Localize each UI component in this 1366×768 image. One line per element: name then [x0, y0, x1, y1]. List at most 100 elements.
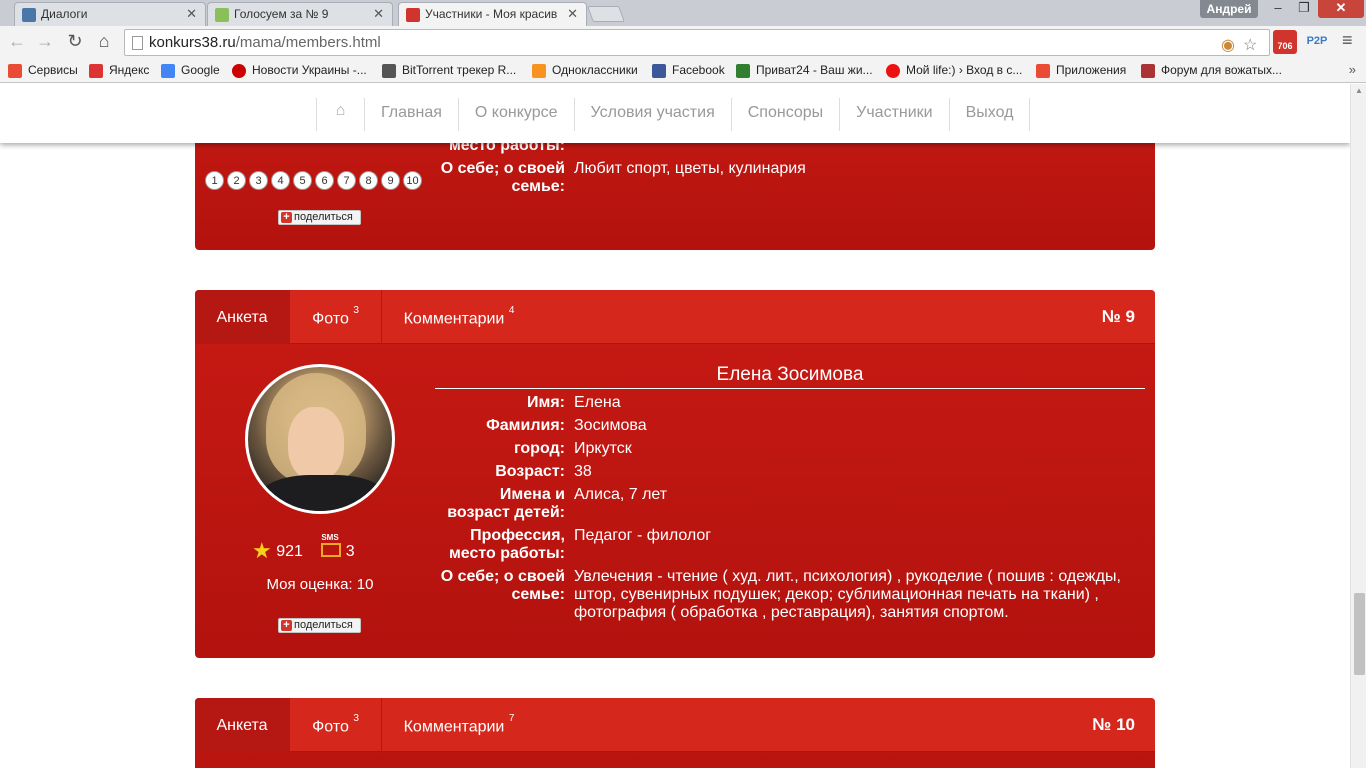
my-rating: Моя оценка: 10 — [266, 576, 374, 593]
rate-10-button[interactable]: 10 — [403, 171, 422, 190]
bookmark-item[interactable]: Форум для вожатых... — [1141, 63, 1282, 78]
tab-photo[interactable]: Фото 3 — [290, 290, 382, 344]
mail-extension-icon[interactable]: 706 — [1273, 30, 1297, 54]
field-label-surname: Фамилия: — [486, 417, 565, 434]
field-label-name: Имя: — [527, 394, 565, 411]
menu-icon[interactable]: ≡ — [1342, 30, 1353, 51]
rate-5-button[interactable]: 5 — [293, 171, 312, 190]
comments-count: 4 — [508, 305, 515, 316]
cookie-icon[interactable]: ◉ — [1221, 35, 1235, 55]
bookmark-item[interactable]: Новости Украины -... — [232, 63, 367, 78]
minimize-icon[interactable]: – — [1266, 0, 1290, 18]
bookmark-label: Одноклассники — [552, 63, 638, 77]
tab-label: Фото — [312, 718, 349, 736]
tab-profile[interactable]: Анкета — [195, 290, 290, 344]
tab-label: Комментарии — [403, 310, 505, 328]
close-tab-icon[interactable]: ✕ — [186, 6, 197, 22]
photo-count: 3 — [353, 305, 359, 316]
scroll-up-icon[interactable]: ▲ — [1355, 86, 1363, 95]
share-button[interactable]: поделиться — [278, 210, 361, 225]
tab-title: Диалоги — [41, 7, 88, 21]
maximize-icon[interactable]: ❐ — [1292, 0, 1316, 18]
bookmark-item[interactable]: Приват24 - Ваш жи... — [736, 63, 873, 78]
home-icon[interactable]: ⌂ — [92, 31, 116, 55]
mail-badge: 706 — [1277, 41, 1293, 51]
rate-9-button[interactable]: 9 — [381, 171, 400, 190]
member-number: № 9 — [1101, 307, 1135, 326]
browser-tab-dialogs[interactable]: Диалоги ✕ — [14, 2, 206, 26]
new-tab-button[interactable] — [587, 6, 625, 22]
bookmark-item[interactable]: Одноклассники — [532, 63, 638, 78]
bookmark-label: Приват24 - Ваш жи... — [756, 63, 873, 77]
dialogs-favicon-icon — [22, 8, 36, 22]
forward-arrow-icon[interactable]: → — [33, 31, 57, 55]
member-avatar[interactable] — [245, 364, 395, 514]
nav-item-main[interactable]: Главная — [365, 98, 459, 131]
tab-label: Фото — [312, 310, 349, 328]
rate-2-button[interactable]: 2 — [227, 171, 246, 190]
nav-item-about[interactable]: О конкурсе — [459, 98, 575, 131]
field-value: Любит спорт, цветы, кулинария — [574, 160, 806, 177]
rate-7-button[interactable]: 7 — [337, 171, 356, 190]
rate-1-button[interactable]: 1 — [205, 171, 224, 190]
bookmark-label: Мой life:) › Вход в с... — [906, 63, 1023, 77]
back-arrow-icon[interactable]: ← — [5, 31, 29, 55]
bookmark-label: Форум для вожатых... — [1161, 63, 1282, 77]
bookmark-item[interactable]: Google — [161, 63, 220, 78]
nav-item-sponsors[interactable]: Спонсоры — [732, 98, 841, 131]
rate-4-button[interactable]: 4 — [271, 171, 290, 190]
tab-comments[interactable]: Комментарии 4 — [382, 290, 536, 344]
tab-photo[interactable]: Фото 3 — [290, 698, 382, 752]
field-value-about: Увлечения - чтение ( худ. лит., психолог… — [574, 568, 1121, 621]
tab-title: Голосуем за № 9 — [234, 7, 329, 21]
yandex-icon — [89, 64, 103, 78]
more-bookmarks-icon[interactable]: » — [1349, 62, 1356, 77]
star-icon: ★ — [252, 538, 272, 563]
field-value-surname: Зосимова — [574, 417, 647, 434]
photo-count: 3 — [353, 713, 359, 724]
bookmark-star-icon[interactable]: ☆ — [1243, 35, 1257, 55]
field-value-city: Иркутск — [574, 440, 632, 457]
close-tab-icon[interactable]: ✕ — [567, 6, 578, 22]
p2p-label: P2P — [1306, 35, 1328, 47]
address-bar[interactable]: konkurs38.ru/mama/members.html ◉ ☆ — [124, 29, 1270, 56]
close-tab-icon[interactable]: ✕ — [373, 6, 384, 22]
rate-3-button[interactable]: 3 — [249, 171, 268, 190]
field-label-about: О себе; о своей семье: — [440, 568, 565, 603]
bookmark-item[interactable]: Яндекс — [89, 63, 149, 78]
sms-envelope-icon[interactable] — [321, 533, 342, 557]
nav-item-members[interactable]: Участники — [840, 98, 950, 131]
browser-tab-members[interactable]: Участники - Моя красив ✕ — [398, 2, 587, 26]
field-label-children: Имена и возраст детей: — [447, 486, 565, 521]
bookmark-item[interactable]: Мой life:) › Вход в с... — [886, 63, 1023, 78]
browser-tab-vote[interactable]: Голосуем за № 9 ✕ — [207, 2, 393, 26]
field-value-profession: Педагог - филолог — [574, 527, 712, 544]
bookmark-item[interactable]: Facebook — [652, 63, 725, 78]
bookmark-item[interactable]: BitTorrent трекер R... — [382, 63, 516, 78]
field-label-age: Возраст: — [495, 463, 565, 480]
news-icon — [232, 64, 246, 78]
rate-8-button[interactable]: 8 — [359, 171, 378, 190]
home-icon[interactable]: ⌂ — [317, 98, 365, 131]
rate-6-button[interactable]: 6 — [315, 171, 334, 190]
scroll-thumb[interactable] — [1354, 593, 1365, 675]
profile-button[interactable]: Андрей — [1200, 0, 1258, 18]
bookmark-item[interactable]: Приложения — [1036, 63, 1126, 78]
rating-pager: 1 2 3 4 5 6 7 8 9 10 — [205, 171, 425, 190]
vertical-scrollbar[interactable]: ▲ — [1350, 84, 1366, 768]
apps-grid-icon — [8, 64, 22, 78]
p2p-extension-icon[interactable]: P2P — [1305, 30, 1329, 54]
member-card-10: Анкета Фото 3 Комментарии 7 № 10 — [195, 698, 1155, 768]
nav-item-logout[interactable]: Выход — [950, 98, 1031, 131]
tab-comments[interactable]: Комментарии 7 — [382, 698, 536, 752]
facebook-icon — [652, 64, 666, 78]
url-path: /mama/members.html — [235, 34, 381, 51]
share-button[interactable]: поделиться — [278, 618, 361, 633]
field-value-children: Алиса, 7 лет — [574, 486, 668, 503]
reload-icon[interactable]: ↻ — [63, 31, 87, 55]
site-favicon-icon — [406, 8, 420, 22]
close-window-icon[interactable]: ✕ — [1318, 0, 1364, 18]
tab-profile[interactable]: Анкета — [195, 698, 290, 752]
nav-item-conditions[interactable]: Условия участия — [575, 98, 732, 131]
bookmark-item[interactable]: Сервисы — [8, 63, 78, 78]
